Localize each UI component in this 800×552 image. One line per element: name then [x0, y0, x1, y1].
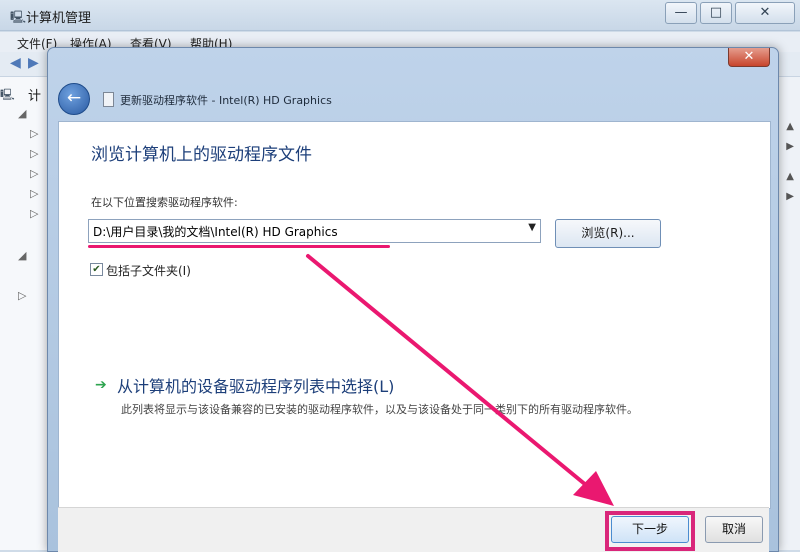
action-arrow-icon[interactable]: ▲	[786, 171, 794, 182]
tree-expand-icon[interactable]: ▷	[30, 127, 38, 140]
update-driver-dialog: ✕ ← 更新驱动程序软件 - Intel(R) HD Graphics 浏览计算…	[47, 47, 779, 552]
driver-path-value[interactable]: D:\用户目录\我的文档\Intel(R) HD Graphics	[93, 223, 338, 240]
tree-expand-icon[interactable]: ▷	[30, 147, 38, 160]
driver-path-combobox[interactable]: D:\用户目录\我的文档\Intel(R) HD Graphics ▼	[88, 219, 541, 243]
pick-from-list-link[interactable]: 从计算机的设备驱动程序列表中选择(L)	[117, 373, 394, 397]
close-window-button[interactable]: ✕	[735, 2, 795, 24]
minimize-button[interactable]: —	[665, 2, 697, 24]
include-subfolders-checkbox[interactable]: ✔	[90, 263, 103, 276]
green-arrow-icon[interactable]: ➔	[95, 377, 107, 393]
next-button[interactable]: 下一步	[611, 516, 689, 543]
toolbar-back-icon[interactable]: ◀	[10, 55, 21, 71]
dialog-content: 浏览计算机上的驱动程序文件 在以下位置搜索驱动程序软件: D:\用户目录\我的文…	[58, 121, 771, 509]
tree-root-label: 计	[28, 89, 42, 104]
annotation-underline	[88, 245, 390, 248]
toolbar-forward-icon[interactable]: ▶	[28, 55, 39, 71]
browse-button[interactable]: 浏览(R)...	[555, 219, 661, 248]
maximize-button[interactable]: □	[700, 2, 732, 24]
tree-expand-icon[interactable]: ▷	[30, 207, 38, 220]
action-arrow-icon[interactable]: ▶	[786, 141, 794, 152]
pick-from-list-description: 此列表将显示与该设备兼容的已安装的驱动程序软件，以及与该设备处于同一类别下的所有…	[121, 403, 638, 416]
search-location-label: 在以下位置搜索驱动程序软件:	[91, 196, 238, 209]
tree-expand-icon[interactable]: ◢	[18, 107, 26, 120]
background-window-title: 计算机管理	[26, 11, 92, 26]
background-titlebar: 🖳 计算机管理 — □ ✕	[0, 0, 800, 31]
computer-management-icon: 🖳	[10, 10, 27, 24]
tree-expand-icon[interactable]: ▷	[30, 187, 38, 200]
tree-expand-icon[interactable]: ◢	[18, 249, 26, 262]
include-subfolders-label[interactable]: 包括子文件夹(I)	[106, 262, 191, 279]
page-heading: 浏览计算机上的驱动程序文件	[91, 145, 312, 165]
console-tree-pane: ◢ ▷ ▷ ▷ ▷ ▷ ◢ ▷	[0, 77, 49, 550]
dialog-title: 更新驱动程序软件 - Intel(R) HD Graphics	[120, 94, 332, 107]
tree-expand-icon[interactable]: ▷	[18, 289, 26, 302]
device-icon	[103, 92, 114, 107]
computer-tree-icon: 🖳	[0, 88, 15, 101]
action-arrow-icon[interactable]: ▶	[786, 191, 794, 202]
dialog-close-button[interactable]: ✕	[728, 48, 770, 67]
cancel-button[interactable]: 取消	[705, 516, 763, 543]
chevron-down-icon[interactable]: ▼	[528, 222, 536, 233]
back-arrow-icon[interactable]: ←	[58, 83, 90, 115]
action-arrow-icon[interactable]: ▲	[786, 121, 794, 132]
tree-expand-icon[interactable]: ▷	[30, 167, 38, 180]
